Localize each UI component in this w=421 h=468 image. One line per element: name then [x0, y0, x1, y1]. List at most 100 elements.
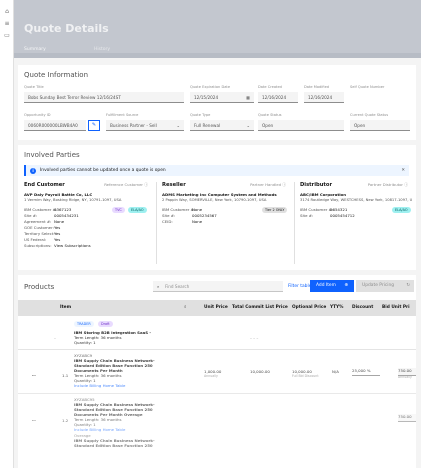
expiration-date-label: Quote Expiration Date — [190, 85, 231, 89]
info-icon[interactable]: ⓘ — [144, 182, 148, 187]
products-table-header: Item ⌕ Unit Price Total Commit List Pric… — [18, 300, 416, 316]
left-rail: ⌂ ≡ ▭ — [0, 0, 14, 468]
tab-summary[interactable]: Summary — [24, 47, 46, 52]
column-yty[interactable]: YTY% — [330, 300, 343, 316]
current-quote-status-label: Current Quote Status — [350, 113, 389, 117]
end-customer-federal: US Federal: Yes — [24, 237, 61, 242]
info-notification: i Involved parties cannot be updated onc… — [24, 165, 409, 176]
chevron-down-icon: ⌄ — [246, 123, 250, 128]
distributor-site: Site #: 0005454712 — [300, 213, 355, 218]
column-optional-price[interactable]: Optional Price — [292, 300, 326, 316]
distributor-role: Partner Distributor ⓘ — [367, 182, 408, 187]
column-divider — [156, 182, 157, 264]
fulfillment-source-select[interactable]: Business Partner - Sell ⌄ — [106, 120, 184, 131]
chevron-down-icon: ⌄ — [176, 123, 180, 128]
home-icon[interactable]: ⌂ — [3, 8, 11, 15]
quote-information-card: Quote Information Quote Title Bobs Sunda… — [18, 65, 416, 140]
tvc-tag: TVC — [112, 206, 125, 213]
include-billing-link[interactable]: Include Billing Home Table — [74, 427, 125, 432]
page-title: Quote Details — [24, 22, 109, 35]
view-subscriptions-link[interactable]: View Subscriptions — [54, 243, 91, 248]
reseller-role: Partner Handled ⓘ — [250, 182, 286, 187]
distributor-name: ABC/IBM Corporation — [300, 192, 346, 197]
add-item-button[interactable]: Add Item ⊕ — [310, 280, 354, 292]
trader-badge: TRADER — [74, 321, 94, 327]
line-number: 1.2 — [62, 418, 69, 423]
distributor-column: Distributor Partner Distributor ⓘ ABC/IB… — [300, 182, 412, 268]
close-icon[interactable]: ✕ — [401, 165, 405, 176]
quote-type-select[interactable]: Full Renewal ⌄ — [190, 120, 254, 131]
search-icon[interactable]: ⌕ — [184, 300, 186, 316]
end-customer-agreement: Agreement #: None — [24, 219, 65, 224]
products-title: Products — [24, 283, 55, 291]
calendar-icon[interactable]: ▦ — [246, 92, 250, 102]
distributor-address: 3174 Routledge Way, WESTCHESS, New York,… — [300, 198, 412, 202]
end-customer-role: Reference Customer ⓘ — [104, 182, 148, 187]
document-icon[interactable]: ▭ — [3, 32, 11, 39]
row-menu-icon[interactable]: ⋯ — [32, 418, 36, 423]
fulfillment-source-label: Fulfillment Source — [106, 113, 139, 117]
end-customer-address: 1 Vermim Way, Bosking Ridge, NY, 10791-1… — [24, 198, 122, 202]
reseller-column: Reseller Partner Handled ⓘ ADMS Marketin… — [162, 182, 290, 268]
discount-input[interactable]: 25,000 % — [352, 368, 380, 376]
quote-title-label: Quote Title — [24, 85, 44, 89]
search-icon: ⌕ — [157, 284, 160, 289]
quote-type-label: Quote Type — [190, 113, 211, 117]
bid-unit-price-input[interactable]: 750.00 — [398, 414, 416, 422]
end-customer-goe: GOE Customer: Yes — [24, 225, 61, 230]
edit-opportunity-button[interactable]: ✎ — [88, 120, 100, 131]
column-discount[interactable]: Discount — [352, 300, 373, 316]
line-number: 1.1 — [62, 373, 69, 378]
involved-parties-title: Involved Parties — [24, 151, 80, 159]
end-customer-site: Site #: 0005434231 — [24, 213, 79, 218]
tier-tag: Tier 2 ONLY — [262, 206, 288, 213]
unit-price-frequency: Annually — [204, 374, 218, 378]
notification-text: Involved parties cannot be updated once … — [40, 168, 166, 173]
opportunity-id-field[interactable]: 0060R000000LBWB4A0 — [24, 120, 86, 131]
info-icon: i — [30, 167, 36, 174]
involved-parties-card: Involved Parties i Involved parties cann… — [18, 145, 416, 270]
quote-status-label: Quote Status — [258, 113, 282, 117]
reseller-site: Site #: 0005234567 — [162, 213, 217, 218]
date-modified-field: 12/16/2024 — [304, 92, 344, 103]
column-bid-unit-price[interactable]: Bid Unit Pri — [382, 300, 410, 316]
reseller-heading: Reseller — [162, 182, 186, 188]
refresh-icon: ↻ — [406, 283, 410, 288]
current-quote-status-field: Open — [350, 120, 410, 131]
quote-status-field: Open — [258, 120, 344, 131]
page-header: Quote Details Summary History — [14, 0, 421, 58]
reseller-ceid: CEID: None — [162, 219, 203, 224]
end-customer-name: AVP Daly Payroll Battle Co, LLC — [24, 192, 93, 197]
ela-tag: ELA/AO — [128, 206, 147, 213]
tab-history[interactable]: History — [94, 47, 110, 52]
distributor-heading: Distributor — [300, 182, 332, 188]
update-pricing-button[interactable]: Update Pricing ↻ — [356, 280, 414, 292]
end-customer-subscriptions: Subscriptions: View Subscriptions — [24, 243, 91, 248]
reseller-address: 2 Pappin Way, SOMERVILLE, New York, 1079… — [162, 198, 267, 202]
quantity: Quantity: 1 — [74, 340, 96, 345]
column-item[interactable]: Item — [60, 300, 71, 316]
distributor-ibm-number: IBM Customer #: 5654321 — [300, 207, 348, 212]
row-menu-icon[interactable]: ⋯ — [32, 373, 36, 378]
ela-tag: ELA/AO — [392, 206, 411, 213]
yty-value: N/A — [332, 369, 339, 374]
info-icon[interactable]: ⓘ — [404, 182, 408, 187]
expiration-date-field[interactable]: 12/15/2024 ▦ — [190, 92, 254, 103]
bid-frequency: Annually — [398, 375, 412, 379]
column-unit-price[interactable]: Unit Price — [204, 300, 228, 316]
list-icon[interactable]: ≡ — [3, 20, 11, 27]
total-commit-price: 10,000.00 — [250, 369, 270, 374]
row-dash: – — [54, 335, 56, 340]
include-billing-link[interactable]: Include Billing Home Table — [74, 383, 125, 388]
reseller-name: ADMS Marketing Inc Computer System and M… — [162, 192, 277, 197]
reseller-ibm-number: IBM Customer #: None — [162, 207, 203, 212]
date-created-field: 12/16/2024 — [258, 92, 298, 103]
quote-title-field[interactable]: Bobs Sunday Best Terror Review 12/16/24S… — [24, 92, 184, 103]
draft-badge: Draft — [98, 321, 113, 327]
opportunity-id-label: Opportunity ID — [24, 113, 51, 117]
optional-price-note: Full Bid Discount — [292, 374, 319, 378]
info-icon[interactable]: ⓘ — [282, 182, 286, 187]
row-divider — [18, 349, 416, 350]
column-total-commit[interactable]: Total Commit List Price — [232, 300, 288, 316]
product-search-input[interactable]: ⌕ Find Search — [153, 281, 283, 292]
